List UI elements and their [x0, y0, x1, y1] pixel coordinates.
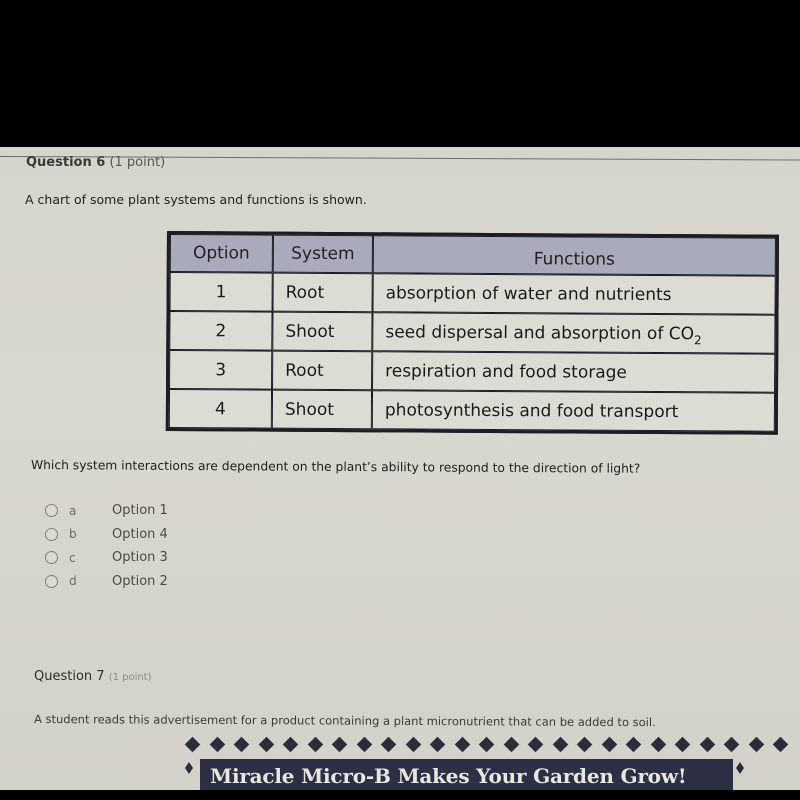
choice-c[interactable]: c Option 3: [45, 546, 168, 570]
cell-system: Root: [272, 350, 373, 391]
choice-text: Option 4: [112, 526, 168, 542]
diamond-icon: [650, 736, 666, 753]
diamond-icon: [772, 736, 789, 753]
diamond-icon: [478, 736, 495, 753]
diamond-icon: [209, 736, 225, 753]
cell-option: 2: [169, 311, 273, 351]
cell-option: 1: [169, 272, 273, 312]
diamond-icon: [552, 736, 568, 753]
question-7-points: (1 point): [108, 672, 152, 683]
choice-letter: c: [69, 550, 76, 565]
choice-letter: a: [69, 503, 77, 518]
cell-option: 3: [169, 350, 273, 390]
diamond-icon: [674, 736, 691, 753]
answer-choices: a Option 1 b Option 4 c Option 3 d Optio…: [45, 499, 168, 593]
diamond-icon: [307, 736, 323, 753]
choice-text: Option 2: [112, 573, 168, 589]
cell-functions: respiration and food storage: [372, 351, 776, 393]
question-7-prompt: A student reads this advertisement for a…: [33, 712, 656, 730]
cell-system: Shoot: [271, 389, 373, 430]
question-7-header: Question 7 (1 point): [34, 669, 152, 684]
diamond-icon: [576, 736, 593, 753]
functions-text: absorption of water and nutrients: [385, 282, 672, 305]
diamond-icon: [699, 736, 715, 753]
diamond-icon: [527, 736, 544, 753]
cell-functions: photosynthesis and food transport: [371, 390, 776, 432]
functions-text: respiration and food storage: [385, 360, 627, 383]
functions-text: seed dispersal and absorption of CO: [385, 321, 695, 344]
diamond-icon: [258, 736, 274, 753]
table-header-row: Option System Functions: [169, 234, 776, 276]
diamond-icon: [405, 736, 421, 753]
cell-functions: absorption of water and nutrients: [372, 273, 776, 315]
question-6-title: Question 6: [26, 155, 106, 170]
header-functions: Functions: [372, 235, 776, 276]
radio-button-c[interactable]: [45, 551, 58, 565]
screen-bezel: [0, 790, 800, 800]
diamond-icon: [625, 736, 642, 753]
diamond-icon: [429, 736, 446, 753]
diamond-icon: [282, 736, 299, 753]
header-system: System: [272, 234, 373, 274]
diamond-icon: [331, 736, 348, 753]
diamond-icon: [185, 762, 193, 774]
choice-letter: d: [69, 574, 77, 589]
table-row: 3 Root respiration and food storage: [169, 350, 776, 393]
table-row: 2 Shoot seed dispersal and absorption of…: [169, 311, 776, 354]
question-6-question: Which system interactions are dependent …: [30, 458, 641, 476]
functions-text: photosynthesis and food transport: [384, 399, 679, 422]
table-row: 1 Root absorption of water and nutrients: [169, 272, 776, 315]
choice-d[interactable]: d Option 2: [45, 570, 168, 594]
choice-b[interactable]: b Option 4: [45, 523, 168, 547]
diamond-icon: [736, 762, 744, 774]
question-6-prompt: A chart of some plant systems and functi…: [25, 192, 367, 207]
advertisement-headline: Miracle Micro-B Makes Your Garden Grow!: [200, 759, 733, 790]
decorative-diamond-border: [183, 736, 790, 753]
diamond-icon: [454, 736, 470, 753]
diamond-icon: [184, 736, 201, 753]
diamond-icon: [601, 736, 617, 753]
question-6-header: Question 6 (1 point): [26, 155, 165, 170]
radio-button-d[interactable]: [45, 574, 58, 588]
diamond-icon: [723, 736, 740, 753]
question-7-title: Question 7: [34, 669, 105, 684]
header-option: Option: [169, 234, 273, 273]
functions-subscript: 2: [693, 332, 702, 347]
diamond-icon: [748, 736, 764, 753]
cell-system: Root: [272, 272, 373, 313]
cell-functions: seed dispersal and absorption of CO 2: [372, 312, 776, 354]
diamond-icon: [380, 736, 397, 753]
question-6-points: (1 point): [109, 155, 166, 170]
diamond-icon: [503, 736, 519, 753]
quiz-page: Question 6 (1 point) A chart of some pla…: [0, 147, 800, 790]
diamond-icon: [233, 736, 250, 753]
advertisement: Miracle Micro-B Makes Your Garden Grow!: [183, 736, 789, 790]
choice-text: Option 3: [112, 550, 168, 566]
diamond-icon: [356, 736, 372, 753]
radio-button-b[interactable]: [45, 527, 58, 541]
cell-option: 4: [168, 389, 273, 429]
radio-button-a[interactable]: [45, 504, 58, 518]
choice-letter: b: [69, 527, 77, 542]
plant-systems-table: Option System Functions 1 Root absorptio…: [165, 231, 779, 435]
table-row: 4 Shoot photosynthesis and food transpor…: [168, 389, 776, 432]
choice-text: Option 1: [112, 503, 168, 519]
choice-a[interactable]: a Option 1: [45, 499, 168, 523]
cell-system: Shoot: [272, 311, 373, 352]
